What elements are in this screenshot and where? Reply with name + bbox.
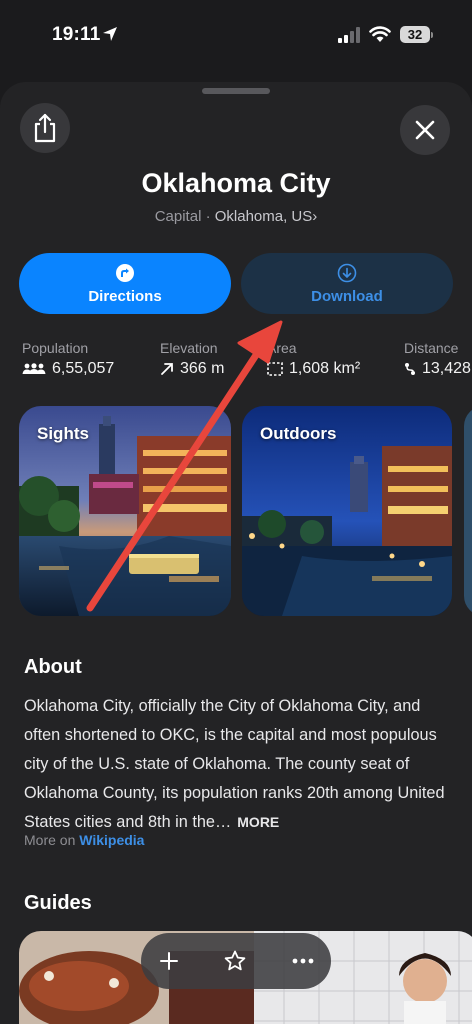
card-sights[interactable]: Sights <box>19 406 231 616</box>
status-time: 19:11 <box>52 24 101 45</box>
battery-nub <box>431 32 433 38</box>
stat-area-value: 1,608 km² <box>289 360 361 377</box>
people-icon <box>22 363 46 374</box>
stat-distance: Distance 13,428 km <box>404 340 472 378</box>
directions-button[interactable]: Directions <box>19 253 231 314</box>
download-icon <box>337 263 357 282</box>
share-button[interactable] <box>20 103 70 153</box>
star-icon <box>224 950 246 971</box>
area-icon <box>267 362 283 376</box>
about-text: Oklahoma City, officially the City of Ok… <box>24 692 456 837</box>
stat-distance-value: 13,428 km <box>422 360 472 377</box>
route-icon <box>405 363 415 375</box>
close-button[interactable] <box>400 105 450 155</box>
add-button[interactable] <box>149 941 189 981</box>
location-arrow-icon <box>103 27 117 41</box>
status-bar: 19:11 32 <box>0 0 472 72</box>
stat-population-value: 6,55,057 <box>52 360 115 377</box>
source-prefix: More on <box>24 832 80 848</box>
stat-elevation-value: 366 m <box>180 360 225 377</box>
directions-icon <box>116 263 134 282</box>
floating-toolbar <box>141 933 331 989</box>
about-heading: About <box>24 656 82 678</box>
source-line: More on Wikipedia <box>24 832 144 848</box>
stat-elevation: Elevation 366 m <box>160 340 224 378</box>
place-region[interactable]: Oklahoma, US <box>215 208 313 225</box>
download-label: Download <box>311 287 383 305</box>
card-outdoors[interactable]: Outdoors <box>242 406 452 616</box>
place-sheet: Oklahoma City Capital · Oklahoma, US› Di… <box>0 82 472 1024</box>
favorite-button[interactable] <box>215 941 255 981</box>
wikipedia-link[interactable]: Wikipedia <box>79 832 144 848</box>
card-outdoors-label: Outdoors <box>260 424 337 443</box>
share-icon <box>34 113 56 143</box>
guides-heading: Guides <box>24 892 92 914</box>
stat-distance-label: Distance <box>404 340 459 356</box>
card-next-peek[interactable] <box>464 406 472 616</box>
close-icon <box>415 120 435 140</box>
stat-population: Population 6,55,057 <box>22 340 114 378</box>
ellipsis-icon <box>292 958 314 964</box>
directions-label: Directions <box>88 287 162 305</box>
place-subtitle[interactable]: Capital · Oklahoma, US› <box>0 208 472 225</box>
stat-area: Area 1,608 km² <box>267 340 360 378</box>
place-type: Capital · <box>154 208 215 225</box>
about-body: Oklahoma City, officially the City of Ok… <box>24 697 445 831</box>
arrow-up-right-icon <box>161 363 173 375</box>
sheet-grabber[interactable] <box>202 88 270 94</box>
card-sights-label: Sights <box>37 424 89 443</box>
stat-elevation-label: Elevation <box>160 340 218 356</box>
stats-row: Population 6,55,057 Elevation 366 m Area <box>0 340 472 384</box>
plus-icon <box>160 952 178 970</box>
more-options-button[interactable] <box>283 941 323 981</box>
download-button[interactable]: Download <box>241 253 453 314</box>
place-title: Oklahoma City <box>141 168 331 198</box>
battery-indicator: 32 <box>400 26 430 43</box>
chevron-right-icon: › <box>312 208 318 225</box>
wifi-icon <box>369 26 391 42</box>
stat-population-label: Population <box>22 340 89 356</box>
stat-area-label: Area <box>267 340 297 356</box>
more-button[interactable]: MORE <box>237 814 279 830</box>
cellular-signal-icon <box>338 27 360 43</box>
category-cards: Sights Outdoors <box>0 406 472 616</box>
